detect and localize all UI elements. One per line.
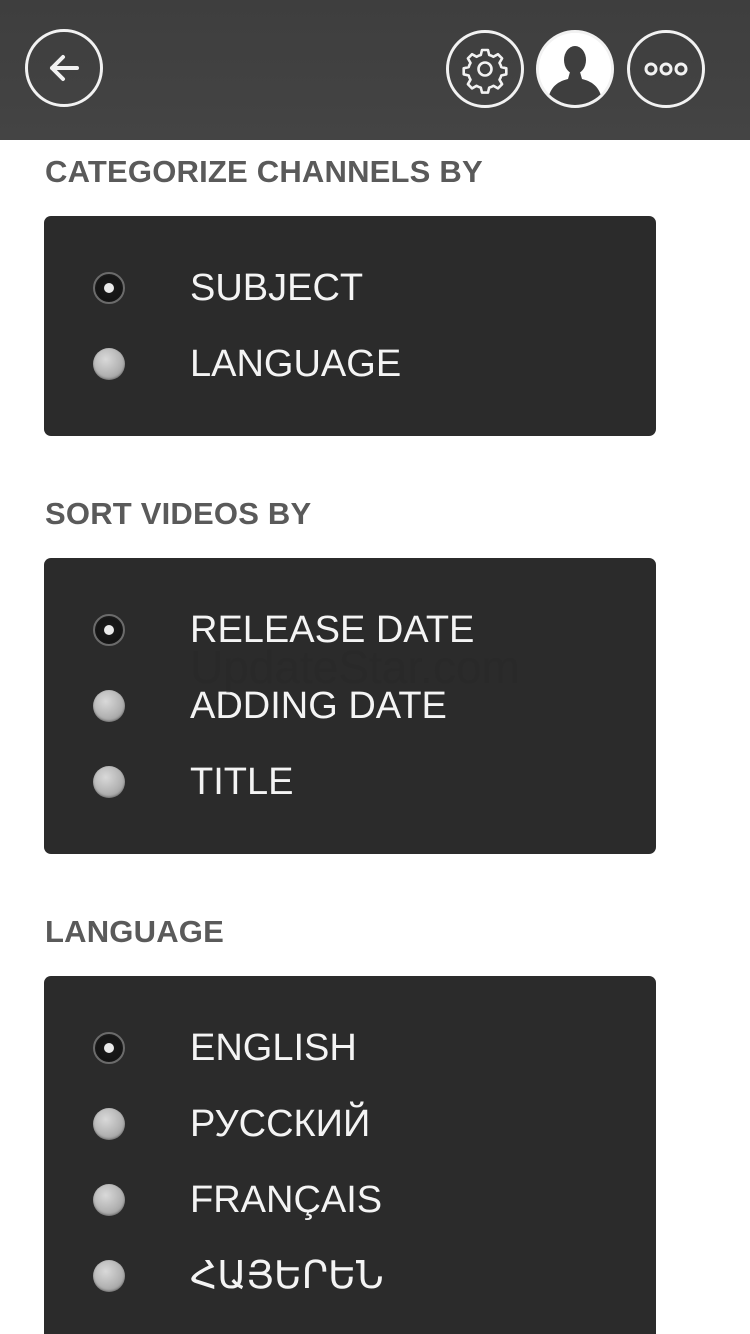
gear-icon (462, 48, 508, 94)
option-english[interactable]: ENGLISH (44, 1018, 656, 1078)
radio-button[interactable] (93, 1108, 125, 1140)
option-label: ՀԱՅԵՐԵՆ (190, 1255, 384, 1297)
sort-options-panel: RELEASE DATE ADDING DATE TITLE (44, 558, 656, 854)
option-subject[interactable]: SUBJECT (44, 258, 656, 318)
option-label: РУССКИЙ (190, 1103, 371, 1145)
radio-button[interactable] (93, 1184, 125, 1216)
option-label: FRANÇAIS (190, 1179, 383, 1221)
back-arrow-icon (50, 55, 79, 81)
radio-button[interactable] (93, 348, 125, 380)
option-label: LANGUAGE (190, 343, 402, 385)
radio-button-selected[interactable] (93, 1032, 125, 1064)
option-title[interactable]: TITLE (44, 752, 656, 812)
option-label: RELEASE DATE (190, 609, 475, 651)
option-adding-date[interactable]: ADDING DATE (44, 676, 656, 736)
option-russian[interactable]: РУССКИЙ (44, 1094, 656, 1154)
categorize-section-title: CATEGORIZE CHANNELS BY (45, 154, 483, 189)
option-label: TITLE (190, 761, 294, 803)
option-armenian[interactable]: ՀԱՅԵՐԵՆ (44, 1246, 656, 1306)
language-options-panel: ENGLISH РУССКИЙ FRANÇAIS ՀԱՅԵՐԵՆ (44, 976, 656, 1334)
language-section-title: LANGUAGE (45, 914, 224, 949)
radio-button[interactable] (93, 1260, 125, 1292)
user-silhouette-icon (539, 33, 611, 105)
option-label: ADDING DATE (190, 685, 447, 727)
more-dots-icon (644, 62, 688, 76)
option-french[interactable]: FRANÇAIS (44, 1170, 656, 1230)
radio-button[interactable] (93, 690, 125, 722)
categorize-options-panel: SUBJECT LANGUAGE (44, 216, 656, 436)
back-button[interactable] (25, 29, 103, 107)
option-release-date[interactable]: RELEASE DATE (44, 600, 656, 660)
radio-button-selected[interactable] (93, 272, 125, 304)
top-bar (0, 0, 750, 140)
option-label: SUBJECT (190, 267, 364, 309)
option-label: ENGLISH (190, 1027, 357, 1069)
profile-button[interactable] (536, 30, 614, 108)
settings-button[interactable] (446, 30, 524, 108)
radio-button[interactable] (93, 766, 125, 798)
radio-button-selected[interactable] (93, 614, 125, 646)
sort-section-title: SORT VIDEOS BY (45, 496, 312, 531)
option-language[interactable]: LANGUAGE (44, 334, 656, 394)
more-button[interactable] (627, 30, 705, 108)
